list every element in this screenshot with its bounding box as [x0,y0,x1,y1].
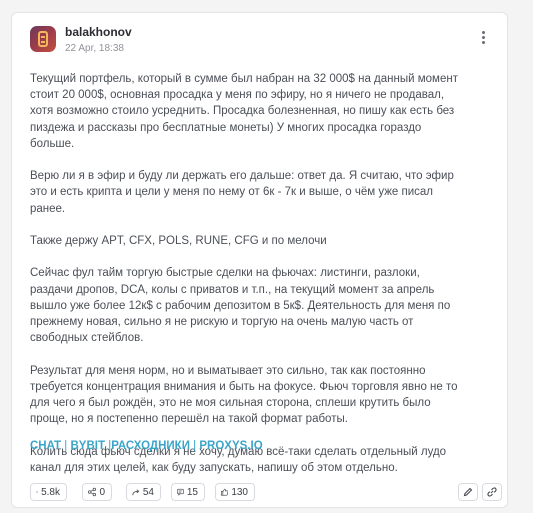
link-chat[interactable]: CHAT [30,440,61,452]
link-icon [487,487,497,497]
paragraph: Также держу APT, CFX, POLS, RUNE, CFG и … [30,235,327,247]
paragraph: Сейчас фул тайм торгую быстрые сделки на… [30,267,451,345]
likes-stat[interactable]: 130 [215,483,255,501]
paragraph: Верю ли я в эфир и буду ли держать его д… [30,170,454,215]
link-bybit[interactable]: BYBIT [71,440,106,452]
post-date: 22 Apr, 18:38 [65,43,124,54]
link-separator: | [193,440,197,452]
reactions-count: 0 [99,486,105,498]
more-vertical-icon[interactable] [477,29,489,49]
comments-stat[interactable]: 15 [171,483,205,501]
paragraph: Результат для меня норм, но и выматывает… [30,364,458,426]
pencil-icon [463,487,473,497]
forwards-stat[interactable]: 54 [126,483,161,501]
thumbs-up-icon [221,488,229,496]
link-proxys[interactable]: PROXYS.IO [199,440,262,452]
post-body: Текущий портфель, который в сумме был на… [30,71,458,492]
likes-count: 130 [231,486,248,498]
edit-button[interactable] [458,483,478,501]
eye-icon [36,491,39,493]
avatar-logo-icon [38,31,48,47]
forwards-count: 54 [142,486,154,498]
author-name[interactable]: balakhonov [65,25,132,39]
forward-arrow-icon [132,488,140,495]
comments-count: 15 [186,486,198,498]
link-separator: | [64,440,68,452]
post-header: balakhonov 22 Apr, 18:38 [30,25,493,65]
views-count: 5.8k [41,486,60,498]
comment-icon [177,488,184,496]
paragraph: Текущий портфель, который в сумме был на… [30,73,458,150]
link-supplies[interactable]: РАСХОДНИКИ [111,440,190,452]
copy-link-button[interactable] [482,483,502,501]
post-card: balakhonov 22 Apr, 18:38 Текущий портфел… [11,12,508,508]
post-footer: 5.8k 0 54 15 130 [30,483,502,503]
share-nodes-icon [88,487,97,497]
reactions-stat[interactable]: 0 [82,483,112,501]
views-stat[interactable]: 5.8k [30,483,67,501]
post-links: CHAT | BYBIT |РАСХОДНИКИ | PROXYS.IO [30,440,263,452]
avatar[interactable] [30,26,56,52]
